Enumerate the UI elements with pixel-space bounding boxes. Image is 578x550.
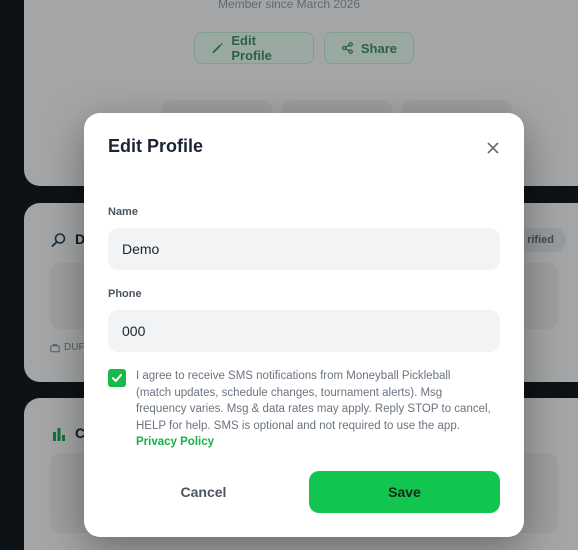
phone-label: Phone xyxy=(108,288,142,300)
edit-profile-dialog: Edit Profile Name Phone I agree to recei… xyxy=(84,113,524,537)
consent-line: frequency varies. Msg & data rates may a… xyxy=(136,403,491,416)
name-label: Name xyxy=(108,206,138,218)
name-input[interactable] xyxy=(108,228,500,270)
save-button[interactable]: Save xyxy=(309,471,500,513)
consent-line: (match updates, schedule changes, tourna… xyxy=(136,386,443,399)
privacy-policy-link[interactable]: Privacy Policy xyxy=(136,434,506,451)
sms-consent-checkbox[interactable] xyxy=(108,369,126,387)
checkmark-icon xyxy=(112,374,122,382)
close-icon xyxy=(487,142,499,154)
phone-input[interactable] xyxy=(108,310,500,352)
consent-line: I agree to receive SMS notifications fro… xyxy=(136,370,451,382)
close-button[interactable] xyxy=(484,139,502,157)
sms-consent-text: I agree to receive SMS notifications fro… xyxy=(136,368,506,451)
cancel-button[interactable]: Cancel xyxy=(108,471,299,513)
dialog-title: Edit Profile xyxy=(108,136,204,156)
consent-line: HELP for help. SMS is optional and not r… xyxy=(136,419,460,432)
